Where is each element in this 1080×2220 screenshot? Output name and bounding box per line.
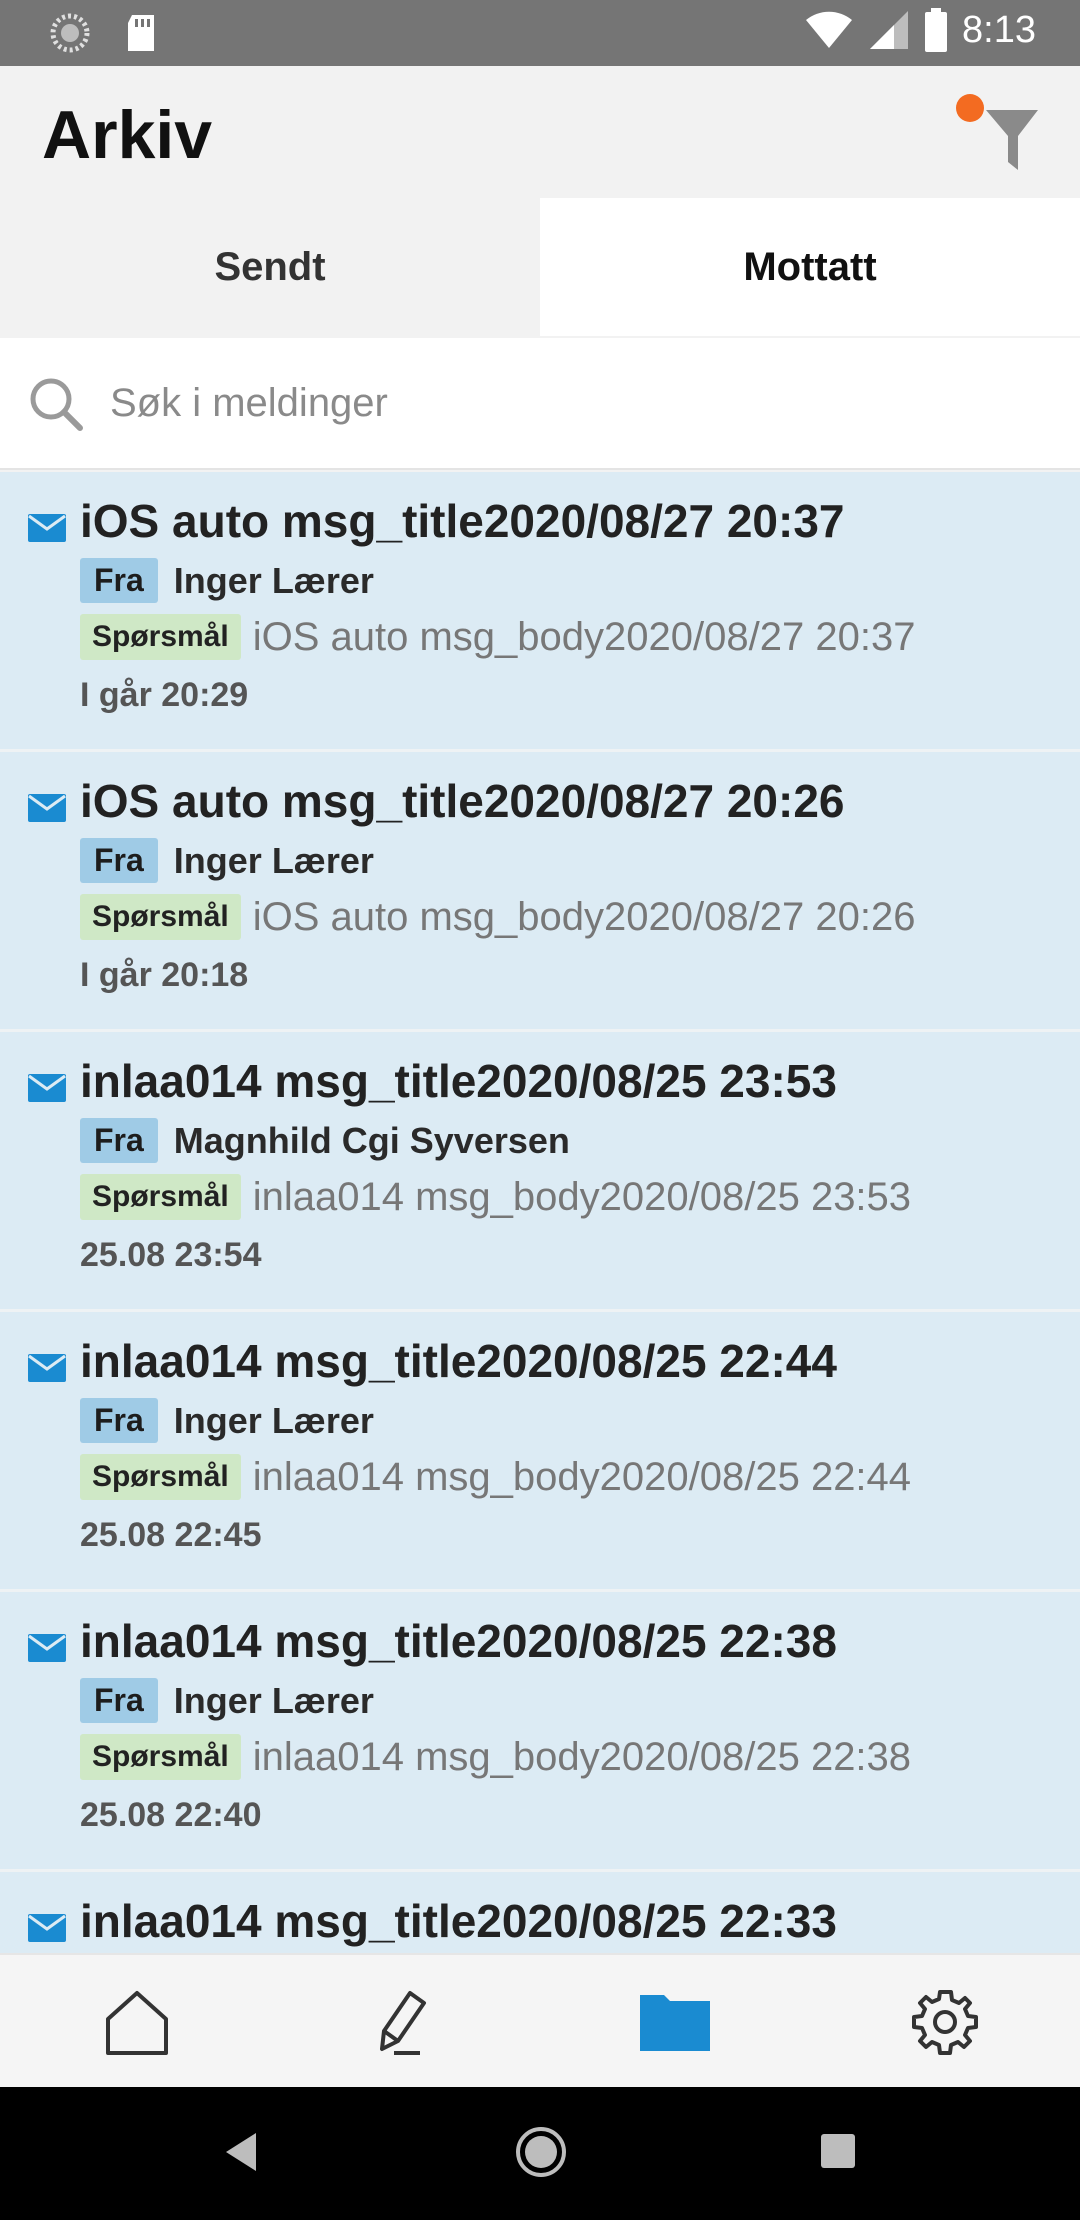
from-tag: Fra — [80, 1398, 158, 1443]
message-preview: iOS auto msg_body2020/08/27 20:37 — [252, 614, 916, 659]
nav-settings[interactable] — [900, 1977, 990, 2067]
home-icon — [106, 1991, 168, 2055]
back-icon[interactable] — [222, 2127, 262, 2177]
system-nav-bar — [0, 2087, 1080, 2220]
envelope-icon — [28, 794, 66, 822]
nav-archive[interactable] — [630, 1977, 720, 2067]
message-time: I går 20:18 — [80, 956, 249, 994]
message-item[interactable]: inlaa014 msg_title2020/08/25 22:38 Fra I… — [0, 1592, 1080, 1872]
envelope-icon — [28, 514, 66, 542]
envelope-icon — [28, 1634, 66, 1662]
message-sender: Inger Lærer — [173, 559, 374, 601]
message-preview: inlaa014 msg_body2020/08/25 22:44 — [252, 1454, 912, 1499]
app-header: Arkiv — [0, 66, 1080, 198]
from-tag: Fra — [80, 558, 158, 603]
folder-icon — [640, 1995, 710, 2051]
message-sender: Inger Lærer — [173, 839, 374, 881]
from-tag: Fra — [80, 1118, 158, 1163]
message-title: inlaa014 msg_title2020/08/25 23:53 — [80, 1055, 837, 1107]
from-tag: Fra — [80, 1678, 158, 1723]
message-preview: inlaa014 msg_body2020/08/25 22:38 — [252, 1734, 912, 1779]
nav-home[interactable] — [92, 1977, 182, 2067]
message-time: 25.08 23:54 — [80, 1236, 262, 1274]
message-sender: Inger Lærer — [173, 1679, 374, 1721]
message-item[interactable]: inlaa014 msg_title2020/08/25 22:33 — [0, 1872, 1080, 1953]
envelope-icon — [28, 1354, 66, 1382]
envelope-icon — [28, 1074, 66, 1102]
question-tag: Spørsmål — [80, 614, 241, 660]
sd-card-icon — [128, 15, 154, 51]
message-body-row: Spørsmål inlaa014 msg_body2020/08/25 22:… — [80, 1734, 911, 1780]
message-from-row: Fra Inger Lærer — [80, 838, 374, 883]
status-time: 8:13 — [962, 8, 1036, 51]
message-title: iOS auto msg_title2020/08/27 20:26 — [80, 775, 845, 827]
tab-mottatt[interactable]: Mottatt — [540, 198, 1080, 336]
nav-compose[interactable] — [358, 1977, 448, 2067]
compose-icon — [380, 1991, 426, 2055]
message-sender: Inger Lærer — [173, 1399, 374, 1441]
message-time: I går 20:29 — [80, 676, 249, 714]
filter-icon — [986, 110, 1038, 170]
question-tag: Spørsmål — [80, 1454, 241, 1500]
wifi-icon — [806, 11, 853, 48]
message-body-row: Spørsmål iOS auto msg_body2020/08/27 20:… — [80, 614, 915, 660]
question-tag: Spørsmål — [80, 1174, 241, 1220]
message-body-row: Spørsmål iOS auto msg_body2020/08/27 20:… — [80, 894, 915, 940]
battery-icon — [925, 8, 948, 52]
message-from-row: Fra Inger Lærer — [80, 558, 374, 603]
from-tag: Fra — [80, 838, 158, 883]
envelope-icon — [28, 1914, 66, 1942]
tab-bar: Sendt Mottatt — [0, 198, 1080, 336]
tab-sendt[interactable]: Sendt — [0, 198, 540, 336]
signal-icon — [870, 11, 909, 49]
question-tag: Spørsmål — [80, 894, 241, 940]
message-preview: inlaa014 msg_body2020/08/25 23:53 — [252, 1174, 912, 1219]
question-tag: Spørsmål — [80, 1734, 241, 1780]
message-list: iOS auto msg_title2020/08/27 20:37 Fra I… — [0, 472, 1080, 1953]
message-item[interactable]: iOS auto msg_title2020/08/27 20:26 Fra I… — [0, 752, 1080, 1032]
message-title: inlaa014 msg_title2020/08/25 22:33 — [80, 1895, 837, 1947]
message-preview: iOS auto msg_body2020/08/27 20:26 — [252, 894, 916, 939]
message-from-row: Fra Inger Lærer — [80, 1678, 374, 1723]
recents-icon[interactable] — [818, 2131, 858, 2171]
search-icon — [30, 378, 83, 431]
page-title: Arkiv — [42, 97, 213, 173]
message-item[interactable]: inlaa014 msg_title2020/08/25 22:44 Fra I… — [0, 1312, 1080, 1592]
settings-icon — [912, 1990, 978, 2055]
message-from-row: Fra Magnhild Cgi Syversen — [80, 1118, 570, 1163]
message-title: iOS auto msg_title2020/08/27 20:37 — [80, 495, 845, 547]
home-button-icon[interactable] — [514, 2125, 568, 2179]
message-body-row: Spørsmål inlaa014 msg_body2020/08/25 22:… — [80, 1454, 911, 1500]
status-bar: 8:13 — [0, 0, 1080, 66]
message-item[interactable]: iOS auto msg_title2020/08/27 20:37 Fra I… — [0, 472, 1080, 752]
message-title: inlaa014 msg_title2020/08/25 22:44 — [80, 1335, 837, 1387]
message-time: 25.08 22:40 — [80, 1796, 262, 1834]
message-item[interactable]: inlaa014 msg_title2020/08/25 23:53 Fra M… — [0, 1032, 1080, 1312]
search-input[interactable] — [110, 368, 1010, 438]
search-bar — [0, 338, 1080, 470]
sync-icon — [50, 13, 90, 53]
message-time: 25.08 22:45 — [80, 1516, 262, 1554]
bottom-nav — [0, 1953, 1080, 2087]
message-title: inlaa014 msg_title2020/08/25 22:38 — [80, 1615, 837, 1667]
filter-button[interactable] — [950, 80, 1050, 180]
message-sender: Magnhild Cgi Syversen — [173, 1119, 570, 1161]
message-from-row: Fra Inger Lærer — [80, 1398, 374, 1443]
message-body-row: Spørsmål inlaa014 msg_body2020/08/25 23:… — [80, 1174, 911, 1220]
